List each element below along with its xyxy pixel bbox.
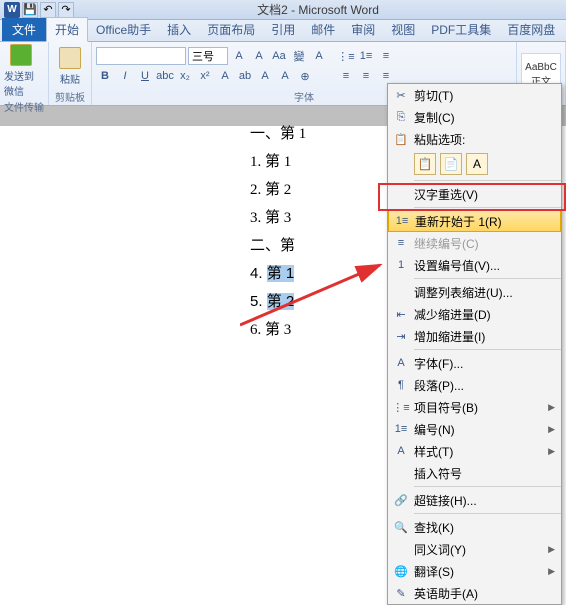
tab-home[interactable]: 开始 [46,17,88,42]
ctx-translate[interactable]: 🌐翻译(S)▶ [388,560,561,582]
text-effects-icon[interactable]: A [216,67,234,85]
paste-icon: 📋 [393,131,409,147]
grow-font-icon[interactable]: A [230,47,248,65]
shrink-font-icon[interactable]: A [250,47,268,65]
border-char-icon[interactable]: A [310,47,328,65]
ctx-styles[interactable]: A样式(T)▶ [388,440,561,462]
ctx-paste-options: 📋粘贴选项: [388,128,561,150]
ctx-hyperlink[interactable]: 🔗超链接(H)... [388,489,561,511]
align-left-icon[interactable]: ≡ [337,67,355,85]
doc-line[interactable]: 4. 第 1 [250,262,390,283]
bullets-icon: ⋮≡ [393,399,409,415]
ribbon-tabs: 文件 开始 Office助手 插入 页面布局 引用 邮件 审阅 视图 PDF工具… [0,20,566,42]
group-clipboard: 粘贴 剪贴板 [49,42,92,105]
multilevel-icon[interactable]: ≡ [377,47,395,65]
doc-line[interactable]: 二、第 [250,234,390,255]
ctx-set-number[interactable]: 1设置编号值(V)... [388,254,561,276]
continue-list-icon: ≡ [393,235,409,251]
ctx-numbering[interactable]: 1≡编号(N)▶ [388,418,561,440]
paste-merge-icon[interactable]: 📄 [440,153,462,175]
group-file-transfer: 发送到微信 文件传输 [0,42,49,105]
paste-button[interactable]: 粘贴 [53,47,87,86]
tab-baidu[interactable]: 百度网盘 [499,18,563,41]
undo-icon[interactable]: ↶ [40,2,56,18]
doc-line[interactable]: 一、第 1 [250,122,390,143]
paste-options-row: 📋 📄 A [388,150,561,178]
context-menu: ✂剪切(T) ⎘复制(C) 📋粘贴选项: 📋 📄 A 汉字重选(V) 1≡重新开… [387,83,562,605]
clipboard-icon [59,47,81,69]
tab-layout[interactable]: 页面布局 [199,18,263,41]
paragraph-icon: ¶ [393,377,409,393]
tab-review[interactable]: 审阅 [343,18,383,41]
tab-view[interactable]: 视图 [383,18,423,41]
align-center-icon[interactable]: ≡ [357,67,375,85]
underline-icon[interactable]: U [136,67,154,85]
tab-pdf[interactable]: PDF工具集 [423,18,499,41]
tab-office[interactable]: Office助手 [88,18,159,41]
bullets-icon[interactable]: ⋮≡ [337,47,355,65]
ctx-copy[interactable]: ⎘复制(C) [388,106,561,128]
tab-insert[interactable]: 插入 [159,18,199,41]
wechat-icon [10,44,32,66]
change-case-icon[interactable]: Aa [270,47,288,65]
doc-line[interactable]: 5. 第 2 [250,290,390,311]
scissors-icon: ✂ [393,87,409,103]
save-icon[interactable]: 💾 [22,2,38,18]
restart-list-icon: 1≡ [394,213,410,229]
ctx-cut[interactable]: ✂剪切(T) [388,84,561,106]
search-icon: 🔍 [393,519,409,535]
doc-line[interactable]: 6. 第 3 [250,318,390,339]
subscript-icon[interactable]: x₂ [176,67,194,85]
doc-line[interactable]: 2. 第 2 [250,178,390,199]
ctx-dec-indent[interactable]: ⇤减少缩进量(D) [388,303,561,325]
phonetic-icon[interactable]: 變 [290,47,308,65]
ctx-font[interactable]: A字体(F)... [388,352,561,374]
ctx-search[interactable]: 🔍查找(K) [388,516,561,538]
window-title: 文档2 - Microsoft Word [74,1,562,18]
ctx-insert-symbol[interactable]: 插入符号 [388,462,561,484]
doc-line[interactable]: 3. 第 3 [250,206,390,227]
ctx-adjust-indent[interactable]: 调整列表缩进(U)... [388,281,561,303]
dec-indent-icon: ⇤ [393,306,409,322]
bold-icon[interactable]: B [96,67,114,85]
doc-line[interactable]: 1. 第 1 [250,150,390,171]
ctx-assistant[interactable]: ✎英语助手(A) [388,582,561,604]
char-border-icon[interactable]: ⊕ [296,67,314,85]
paste-keep-source-icon[interactable]: 📋 [414,153,436,175]
paste-text-icon[interactable]: A [466,153,488,175]
numbering-icon: 1≡ [393,421,409,437]
ctx-hanzi[interactable]: 汉字重选(V) [388,183,561,205]
ctx-inc-indent[interactable]: ⇥增加缩进量(I) [388,325,561,347]
ctx-paragraph[interactable]: ¶段落(P)... [388,374,561,396]
numbering-icon[interactable]: 1≡ [357,47,375,65]
set-number-icon: 1 [393,257,409,273]
send-wechat-button[interactable]: 发送到微信 [4,44,38,98]
ctx-continue-numbering[interactable]: ≡继续编号(C) [388,232,561,254]
tab-mail[interactable]: 邮件 [303,18,343,41]
copy-icon: ⎘ [393,109,409,125]
char-shading-icon[interactable]: A [276,67,294,85]
font-name-combo[interactable] [96,47,186,65]
ctx-restart-numbering[interactable]: 1≡重新开始于 1(R) [388,210,561,232]
document-body[interactable]: 一、第 1 1. 第 1 2. 第 2 3. 第 3 二、第 4. 第 1 5.… [250,115,390,346]
strike-icon[interactable]: abc [156,67,174,85]
redo-icon[interactable]: ↷ [58,2,74,18]
styles-icon: A [393,443,409,459]
font-size-combo[interactable]: 三号 [188,47,228,65]
translate-icon: 🌐 [393,563,409,579]
file-tab[interactable]: 文件 [2,18,46,41]
superscript-icon[interactable]: x² [196,67,214,85]
word-app-icon: W [4,2,20,18]
ctx-bullets[interactable]: ⋮≡项目符号(B)▶ [388,396,561,418]
inc-indent-icon: ⇥ [393,328,409,344]
link-icon: 🔗 [393,492,409,508]
font-color-icon[interactable]: A [256,67,274,85]
tab-ref[interactable]: 引用 [263,18,303,41]
assistant-icon: ✎ [393,585,409,601]
ctx-synonym[interactable]: 同义词(Y)▶ [388,538,561,560]
highlight-icon[interactable]: ab [236,67,254,85]
quick-access-toolbar: W 💾 ↶ ↷ [4,2,74,18]
italic-icon[interactable]: I [116,67,134,85]
font-icon: A [393,355,409,371]
